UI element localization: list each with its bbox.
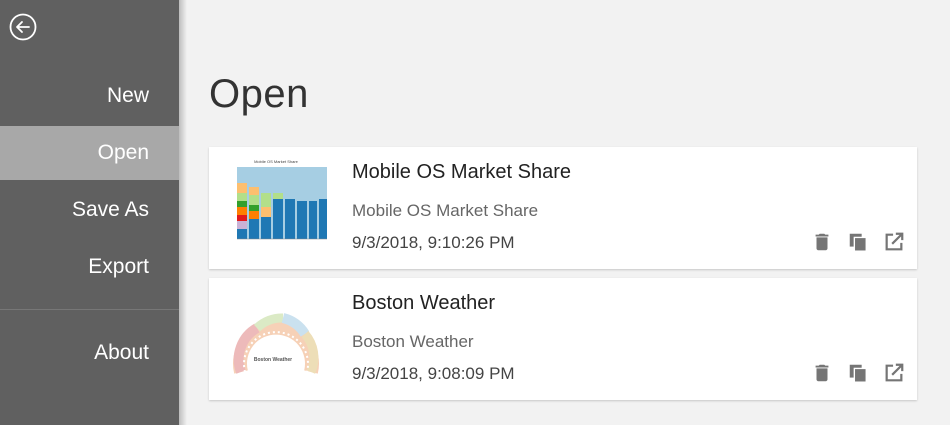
copy-icon[interactable] (847, 231, 869, 253)
menu-divider (0, 309, 179, 310)
file-actions (811, 362, 905, 384)
menu-item-about[interactable]: About (0, 326, 179, 380)
sidebar-shadow (179, 0, 187, 425)
menu-item-open[interactable]: Open (0, 126, 179, 180)
menu-item-label: Save As (71, 198, 149, 221)
copy-icon[interactable] (847, 362, 869, 384)
file-card[interactable]: Mobile OS Market Share Mobile OS Market … (209, 147, 917, 269)
back-arrow-icon[interactable] (8, 12, 38, 42)
trash-icon[interactable] (811, 231, 833, 253)
main-panel: Open Mobile OS Market Share Mobile OS Ma… (187, 0, 950, 425)
file-description: Boston Weather (352, 332, 474, 351)
trash-icon[interactable] (811, 362, 833, 384)
menu-item-label: Open (97, 141, 149, 164)
menu-item-export[interactable]: Export (0, 240, 179, 294)
file-actions (811, 231, 905, 253)
sidebar: New Open Save As Export About (0, 0, 179, 425)
menu-item-label: Export (88, 255, 149, 278)
menu-item-save-as[interactable]: Save As (0, 183, 179, 237)
menu-item-new[interactable]: New (0, 69, 179, 123)
open-external-icon[interactable] (883, 231, 905, 253)
open-external-icon[interactable] (883, 362, 905, 384)
file-title: Mobile OS Market Share (352, 161, 571, 183)
file-description: Mobile OS Market Share (352, 201, 539, 220)
chart-thumbnail: Mobile OS Market Share (223, 157, 329, 257)
file-card[interactable]: Boston Weather Boston Weather Boston Wea… (209, 278, 917, 400)
file-date: 9/3/2018, 9:08:09 PM (352, 364, 515, 383)
menu-item-label: About (94, 341, 149, 364)
menu-item-label: New (106, 84, 149, 107)
svg-text:Boston Weather: Boston Weather (254, 357, 292, 363)
file-date: 9/3/2018, 9:10:26 PM (352, 233, 515, 252)
file-title: Boston Weather (352, 292, 496, 314)
chart-thumbnail: Boston Weather (223, 288, 329, 388)
page-title: Open (209, 72, 309, 116)
svg-text:Mobile OS Market Share: Mobile OS Market Share (254, 159, 299, 164)
